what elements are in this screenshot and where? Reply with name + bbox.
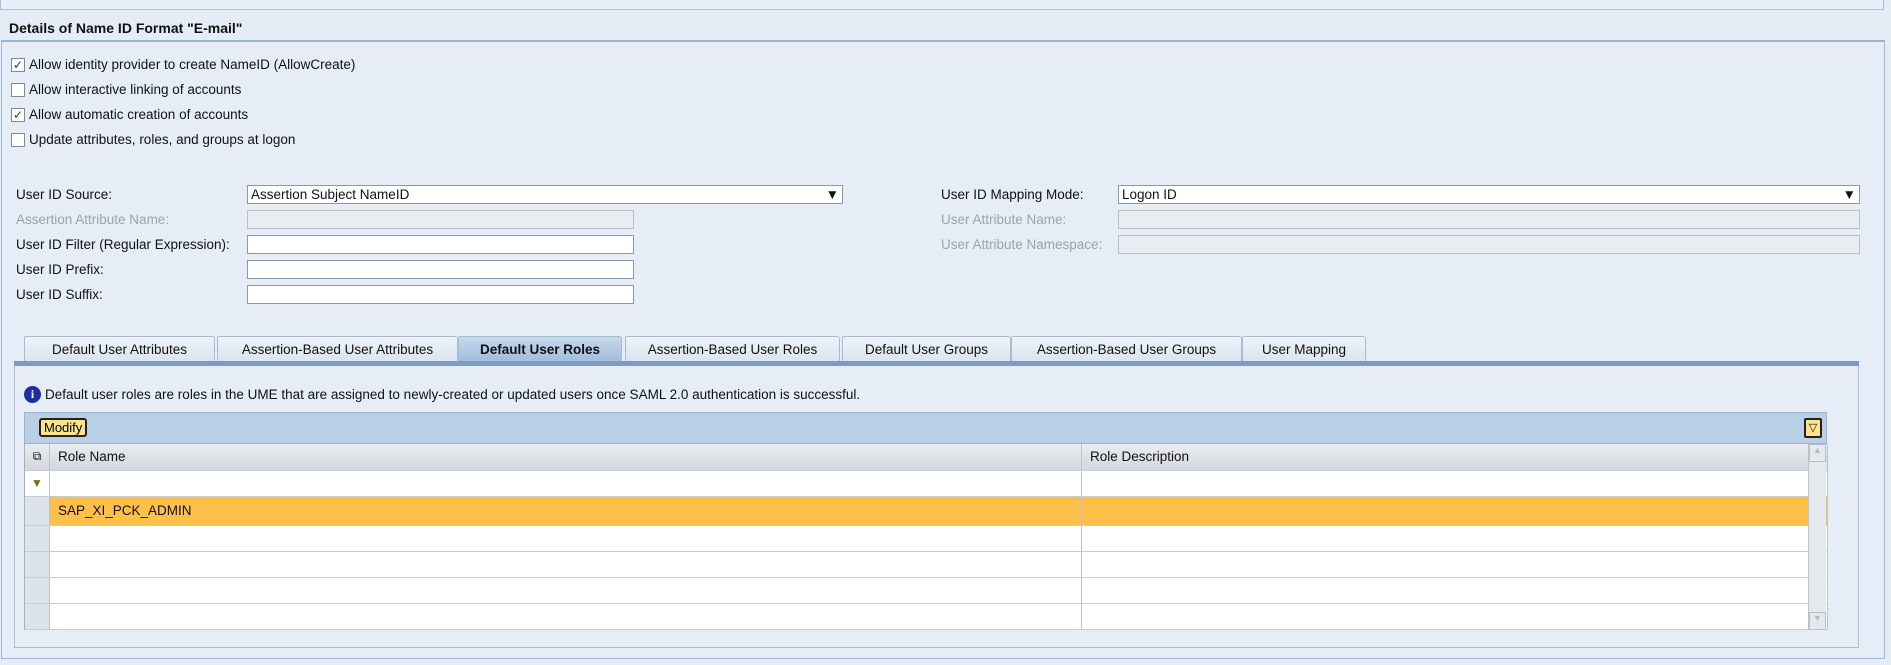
chevron-down-icon: ▼ [825, 187, 839, 202]
chevron-down-icon: ▼ [1842, 187, 1856, 202]
checkbox-checked-icon[interactable]: ✓ [11, 107, 25, 122]
user-id-filter-label: User ID Filter (Regular Expression): [16, 237, 230, 252]
filter-toggle-icon[interactable]: ▽ [1804, 418, 1822, 438]
user-id-mapping-mode-select[interactable]: Logon ID ▼ [1118, 185, 1860, 204]
info-message: i Default user roles are roles in the UM… [24, 386, 860, 403]
filter-role-description[interactable] [1082, 471, 1828, 496]
user-id-mapping-mode-label: User ID Mapping Mode: [941, 187, 1084, 202]
assertion-attribute-name-input [247, 210, 634, 229]
checkbox-auto-create[interactable]: ✓ Allow automatic creation of accounts [11, 107, 248, 122]
checkbox-allow-create[interactable]: ✓ Allow identity provider to create NameI… [11, 57, 355, 72]
info-icon: i [24, 386, 41, 403]
user-id-source-select[interactable]: Assertion Subject NameID ▼ [247, 185, 843, 204]
checkbox-icon[interactable] [11, 132, 25, 147]
tab-assertion-based-user-roles[interactable]: Assertion-Based User Roles [625, 336, 840, 362]
user-id-suffix-input[interactable] [247, 285, 634, 304]
section-title: Details of Name ID Format "E-mail" [9, 20, 243, 36]
user-id-source-label: User ID Source: [16, 187, 113, 202]
user-attribute-name-label: User Attribute Name: [941, 212, 1067, 227]
top-panel-edge [0, 0, 1884, 10]
assertion-attribute-name-label: Assertion Attribute Name: [16, 212, 170, 227]
user-id-prefix-input[interactable] [247, 260, 634, 279]
user-id-prefix-label: User ID Prefix: [16, 262, 104, 277]
select-all-icon[interactable]: ⧉ [25, 444, 50, 470]
table-row [25, 526, 1828, 552]
tab-default-user-roles[interactable]: Default User Roles [458, 336, 622, 362]
filter-icon[interactable]: ▼ [25, 471, 50, 496]
table-header: ⧉ Role Name Role Description [25, 444, 1828, 471]
tab-default-user-attributes[interactable]: Default User Attributes [24, 336, 215, 362]
tab-assertion-based-user-attributes[interactable]: Assertion-Based User Attributes [217, 336, 458, 362]
tab-default-user-groups[interactable]: Default User Groups [842, 336, 1011, 362]
checkbox-icon[interactable] [11, 82, 25, 97]
roles-table: Modify ▽ ⧉ Role Name Role Description ▼ … [24, 412, 1828, 630]
cell-role-name: SAP_XI_PCK_ADMIN [50, 497, 1082, 525]
scroll-down-icon[interactable]: ▼ [1809, 612, 1826, 630]
tab-assertion-based-user-groups[interactable]: Assertion-Based User Groups [1011, 336, 1242, 362]
column-header-role-description[interactable]: Role Description [1082, 444, 1828, 470]
vertical-scrollbar[interactable]: ▲ ▼ [1808, 444, 1826, 630]
checkbox-update-at-logon[interactable]: Update attributes, roles, and groups at … [11, 132, 295, 147]
user-id-suffix-label: User ID Suffix: [16, 287, 103, 302]
user-attribute-namespace-input [1118, 235, 1860, 254]
user-id-filter-input[interactable] [247, 235, 634, 254]
column-header-role-name[interactable]: Role Name [50, 444, 1082, 470]
modify-button[interactable]: Modify [39, 418, 88, 437]
checkbox-interactive-linking[interactable]: Allow interactive linking of accounts [11, 82, 241, 97]
tab-user-mapping[interactable]: User Mapping [1242, 336, 1366, 362]
cell-role-description [1082, 497, 1828, 525]
filter-row: ▼ [25, 471, 1828, 497]
user-attribute-name-input [1118, 210, 1860, 229]
row-selector[interactable] [25, 497, 50, 525]
table-toolbar: Modify ▽ [25, 413, 1826, 444]
filter-role-name[interactable] [50, 471, 1082, 496]
checkbox-checked-icon[interactable]: ✓ [11, 57, 25, 72]
table-row [25, 604, 1828, 630]
user-attribute-namespace-label: User Attribute Namespace: [941, 237, 1103, 252]
scroll-up-icon[interactable]: ▲ [1809, 444, 1826, 462]
table-row [25, 578, 1828, 604]
table-row[interactable]: SAP_XI_PCK_ADMIN [25, 497, 1828, 526]
table-row [25, 552, 1828, 578]
